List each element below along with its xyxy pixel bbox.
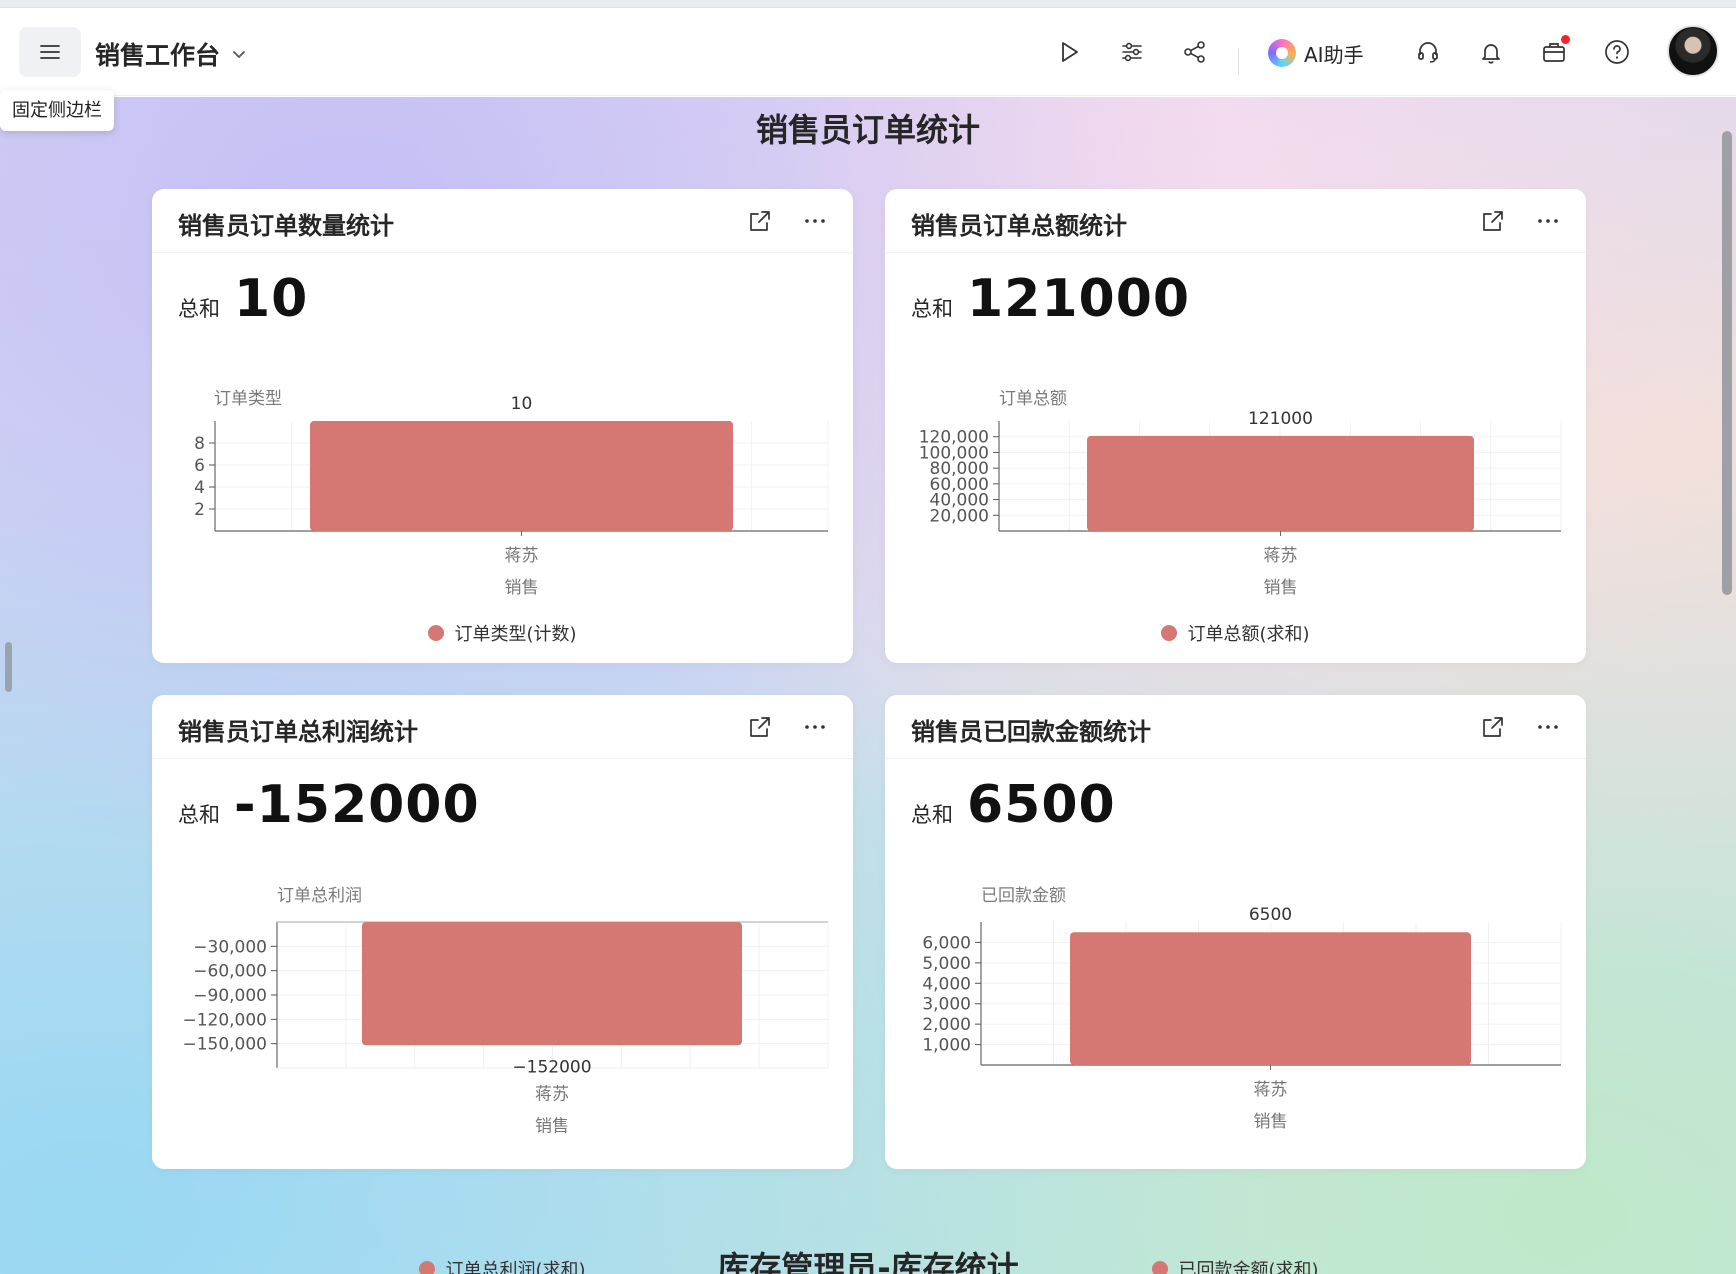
sliders-icon[interactable] <box>1118 38 1146 66</box>
y-tick-label: 1,000 <box>922 1036 971 1056</box>
chart-legend[interactable]: 订单总额(求和) <box>885 620 1586 646</box>
bar-chart: 订单总利润 −30,000 −60,000 −90,000 −120,000 −150,0… <box>182 886 829 1136</box>
y-tick-label: 2,000 <box>922 1015 971 1035</box>
x-tick-label: 销售 <box>505 578 539 598</box>
y-tick-label: 2 <box>194 500 205 520</box>
y-tick-label: 3,000 <box>922 995 971 1015</box>
help-icon[interactable] <box>1603 38 1631 66</box>
headset-icon[interactable] <box>1414 38 1442 66</box>
chart-card-order-profit: 销售员订单总利润统计 总和 -152000 订单总利润 −30,000 −60,00… <box>152 695 853 1274</box>
dashboard-canvas: 销售员订单统计 销售员订单数量统计 总和 10 订单类型 8 6 4 2 10 蒋苏 销售 订… <box>0 97 1736 1274</box>
bar-蒋苏 <box>1087 435 1474 531</box>
menu-icon <box>40 45 60 59</box>
y-tick-label: 5,000 <box>922 954 971 974</box>
data-label: 121000 <box>1248 409 1313 429</box>
window-top-strip <box>0 0 1736 8</box>
chart-card-order-total: 销售员订单总额统计 总和 121000 订单总额 120,000 100,000 80… <box>885 189 1586 663</box>
share-icon[interactable] <box>1181 38 1209 66</box>
chevron-down-icon <box>233 51 245 59</box>
y-tick-label: 6 <box>194 456 205 476</box>
sidebar-menu-button[interactable] <box>19 27 81 77</box>
x-tick-label: 销售 <box>535 1116 569 1136</box>
y-tick-label: 20,000 <box>930 506 989 526</box>
section-title: 销售员订单统计 <box>755 111 980 149</box>
notification-dot <box>1561 35 1570 44</box>
app-header: 销售工作台 AI助手 <box>0 8 1736 96</box>
y-axis-title: 订单总利润 <box>277 886 362 906</box>
briefcase-icon[interactable] <box>1540 35 1570 66</box>
play-icon[interactable] <box>1055 38 1083 66</box>
bell-icon[interactable] <box>1477 38 1505 66</box>
y-tick-label: −150,000 <box>182 1035 267 1055</box>
app-title-dropdown[interactable]: 销售工作台 <box>95 36 248 72</box>
sidebar-resize-handle[interactable] <box>5 642 12 692</box>
x-tick-label: 蒋苏 <box>1264 546 1298 566</box>
bar-蒋苏 <box>310 421 733 531</box>
chart-legend[interactable]: 订单类型(计数) <box>152 620 853 646</box>
x-tick-label: 销售 <box>1264 578 1298 598</box>
data-label: 6500 <box>1249 905 1292 925</box>
chart-card-received-amount: 销售员已回款金额统计 总和 6500 已回款金额 6,000 5,000 4,000 3… <box>885 695 1586 1274</box>
x-tick-label: 蒋苏 <box>535 1084 569 1104</box>
data-label: 10 <box>511 394 533 414</box>
bar-chart: 订单总额120,000100,00080,00060,00040,00020,0… <box>919 389 1562 598</box>
ai-assistant-button[interactable]: AI助手 <box>1268 39 1364 67</box>
x-tick-label: 蒋苏 <box>1254 1080 1288 1100</box>
avatar[interactable] <box>1667 25 1719 77</box>
chart-card-order-count: 销售员订单数量统计 总和 10 订单类型 8 6 4 2 10 蒋苏 销售 订单类型(计数) <box>152 189 853 663</box>
y-tick-label: 8 <box>194 434 205 454</box>
y-tick-label: −120,000 <box>182 1010 267 1030</box>
legend-label: 订单类型(计数) <box>454 624 577 645</box>
y-tick-label: 4,000 <box>922 974 971 994</box>
y-axis-title: 已回款金额 <box>981 886 1066 906</box>
bar-chart: 已回款金额 6,0005,0004,0003,0002,0001,000 6500 蒋… <box>922 886 1562 1132</box>
legend-label: 订单总额(求和) <box>1187 624 1310 645</box>
bar-chart: 订单类型 8642 10 蒋苏销售 <box>194 389 829 598</box>
pin-sidebar-tooltip: 固定侧边栏 <box>0 90 114 131</box>
x-tick-label: 蒋苏 <box>505 546 539 566</box>
y-tick-label: 6,000 <box>922 933 971 953</box>
legend-swatch <box>428 625 445 641</box>
vertical-scrollbar[interactable] <box>1722 131 1732 595</box>
y-tick-label: 4 <box>194 478 205 498</box>
ai-assistant-label: AI助手 <box>1304 42 1364 67</box>
bar-蒋苏 <box>1070 932 1471 1065</box>
header-divider <box>1238 48 1239 74</box>
x-tick-label: 销售 <box>1254 1112 1288 1132</box>
app-title: 销售工作台 <box>95 41 221 70</box>
legend-swatch <box>1161 625 1178 641</box>
y-axis-title: 订单总额 <box>999 389 1067 409</box>
next-section-title: 库存管理员-库存统计 <box>717 1249 1019 1274</box>
data-label: −152000 <box>512 1057 591 1077</box>
bar-蒋苏 <box>362 922 742 1046</box>
y-tick-label: −30,000 <box>193 937 267 957</box>
y-axis-title: 订单类型 <box>214 389 282 409</box>
ai-assistant-icon <box>1268 39 1296 67</box>
y-tick-label: −90,000 <box>193 986 267 1006</box>
y-tick-label: −60,000 <box>193 962 267 982</box>
